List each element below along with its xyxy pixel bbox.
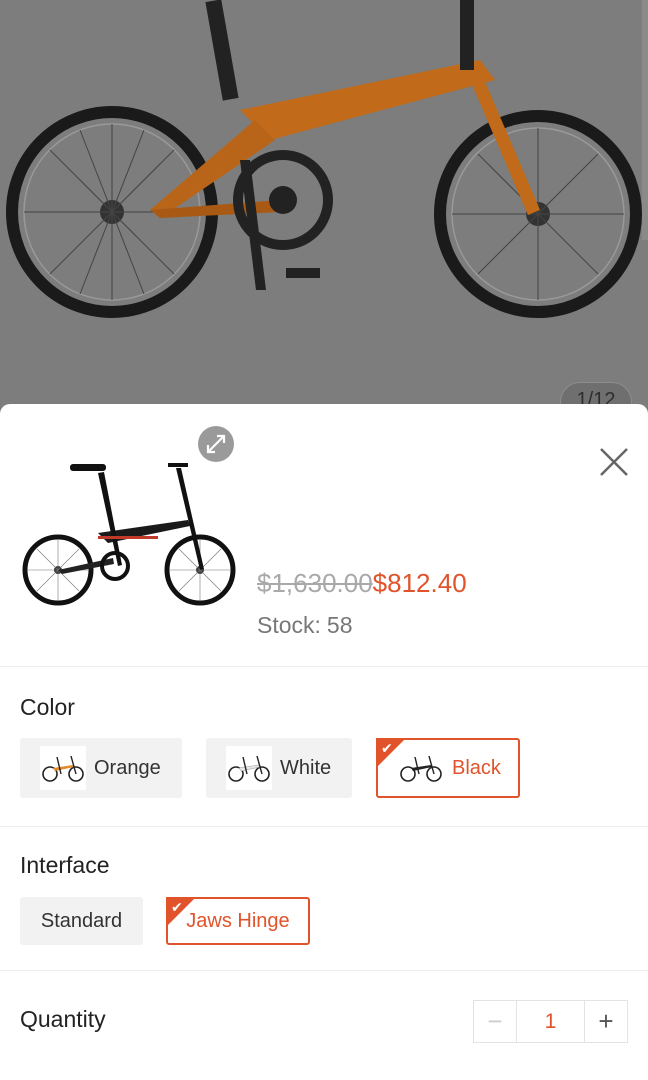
white-bike-swatch <box>226 746 272 790</box>
color-option-black[interactable]: ✔ Black <box>376 738 520 798</box>
divider <box>0 970 648 971</box>
color-option-label: White <box>280 756 332 779</box>
color-option-label: Orange <box>94 756 161 779</box>
check-icon: ✔ <box>171 899 183 915</box>
quantity-label: Quantity <box>20 1006 106 1032</box>
increase-quantity-button[interactable]: + <box>584 1001 627 1042</box>
interface-option-label: Standard <box>40 909 123 932</box>
check-icon: ✔ <box>381 740 393 756</box>
quantity-value[interactable]: 1 <box>517 1001 584 1042</box>
expand-image-button[interactable] <box>198 426 234 462</box>
orange-bike-swatch <box>40 746 86 790</box>
divider <box>0 826 648 827</box>
color-option-orange[interactable]: Orange <box>20 738 182 798</box>
close-button[interactable] <box>594 442 634 482</box>
product-thumbnail[interactable] <box>18 448 238 618</box>
orange-bike-illustration <box>6 0 642 318</box>
scrollbar[interactable] <box>642 0 648 240</box>
decrease-quantity-button[interactable]: − <box>474 1001 517 1042</box>
black-bike-thumbnail <box>22 463 236 606</box>
expand-icon <box>206 434 226 454</box>
interface-section-label: Interface <box>20 852 110 878</box>
original-price: $1,630.00 <box>257 568 373 598</box>
color-option-white[interactable]: White <box>206 738 352 798</box>
product-image-background: 1/12 <box>0 0 648 410</box>
color-option-label: Black <box>452 756 501 779</box>
stock-info: Stock: 58 <box>257 612 353 639</box>
sku-selector-sheet: $1,630.00$812.40 Stock:58 Color Orange <box>0 404 648 1080</box>
sale-price: $812.40 <box>372 568 467 598</box>
interface-option-jaws-hinge[interactable]: ✔ Jaws Hinge <box>166 897 310 945</box>
interface-option-label: Jaws Hinge <box>186 909 290 932</box>
stock-label: Stock: <box>257 612 321 638</box>
quantity-stepper: − 1 + <box>473 1000 628 1043</box>
interface-option-standard[interactable]: Standard <box>20 897 143 945</box>
close-icon <box>600 448 628 476</box>
stock-value: 58 <box>326 612 353 638</box>
color-section-label: Color <box>20 694 75 720</box>
divider <box>0 666 648 667</box>
price-row: $1,630.00$812.40 <box>257 568 467 599</box>
